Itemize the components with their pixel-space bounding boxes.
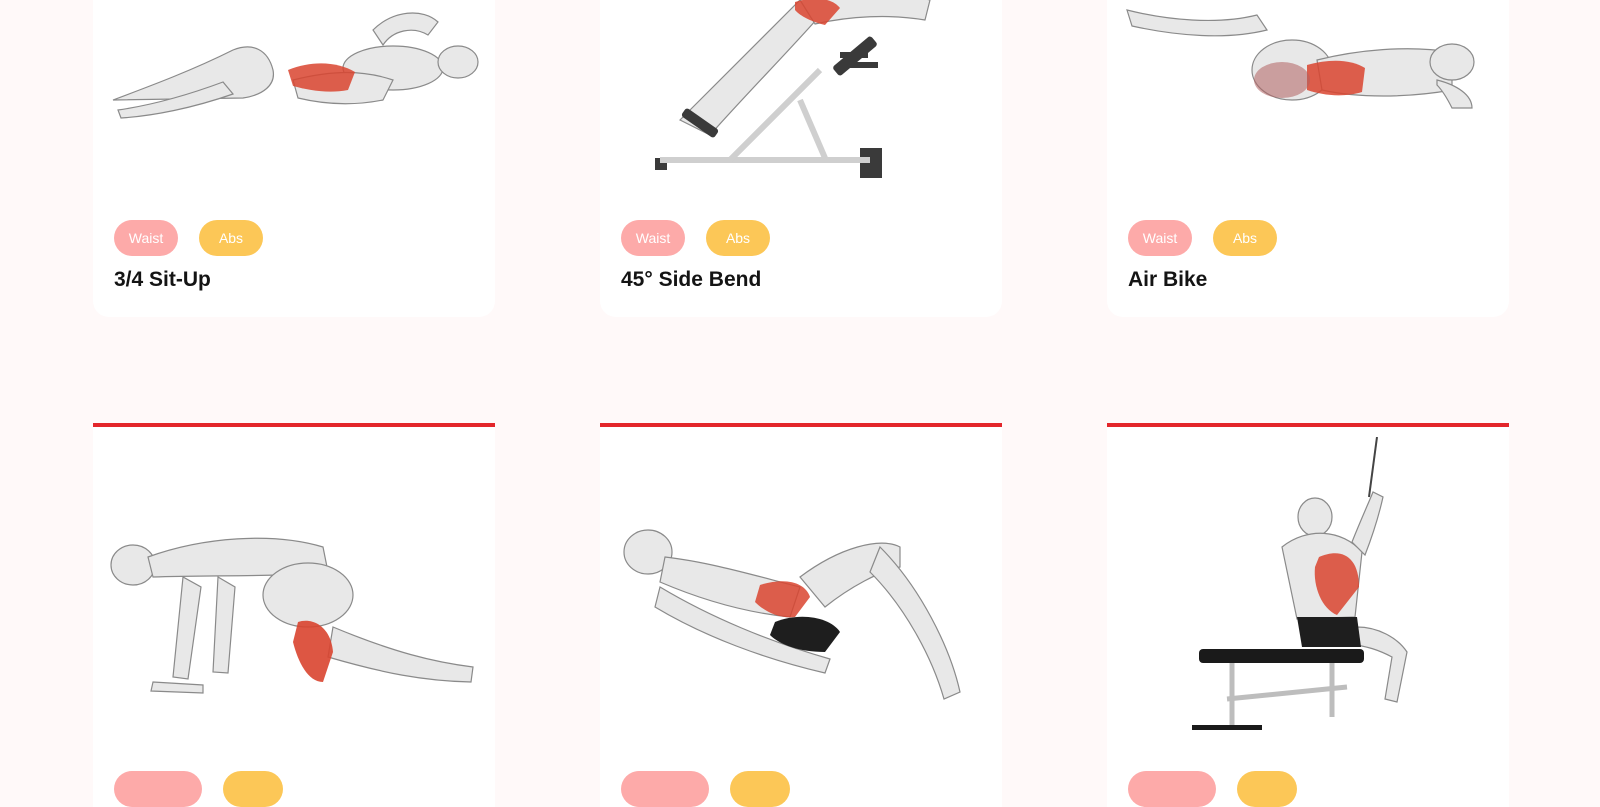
tag-waist[interactable]: Waist — [1128, 220, 1192, 256]
tag-abs[interactable]: Abs — [199, 220, 263, 256]
exercise-title[interactable]: 3/4 Sit-Up — [114, 268, 211, 292]
tag-abs[interactable]: Abs — [1213, 220, 1277, 256]
tag-waist[interactable]: Waist — [621, 220, 685, 256]
air-bike-figure-image — [1107, 0, 1509, 190]
exercise-card[interactable]: Waist Abs Air Bike — [1107, 0, 1509, 317]
exercise-title[interactable]: Air Bike — [1128, 268, 1207, 292]
exercise-card[interactable]: Waist Abs 3/4 Sit-Up — [93, 0, 495, 317]
cable-pulldown-figure-image — [1107, 437, 1509, 737]
exercise-card[interactable] — [1107, 423, 1509, 807]
exercise-card[interactable]: Waist Abs 45° Side Bend — [600, 0, 1002, 317]
tag-abs[interactable] — [223, 771, 283, 807]
glute-bridge-figure-image — [600, 437, 1002, 737]
tag-waist[interactable] — [621, 771, 709, 807]
exercise-card[interactable] — [93, 423, 495, 807]
tag-waist[interactable] — [1128, 771, 1216, 807]
exercise-title[interactable]: 45° Side Bend — [621, 268, 761, 292]
tag-waist[interactable]: Waist — [114, 220, 178, 256]
side-bend-figure-image — [600, 0, 1002, 190]
tag-waist[interactable] — [114, 771, 202, 807]
kneeling-figure-image — [93, 437, 495, 737]
tag-abs[interactable] — [730, 771, 790, 807]
tag-abs[interactable] — [1237, 771, 1297, 807]
tag-abs[interactable]: Abs — [706, 220, 770, 256]
exercise-card[interactable] — [600, 423, 1002, 807]
situp-figure-image — [93, 0, 495, 190]
